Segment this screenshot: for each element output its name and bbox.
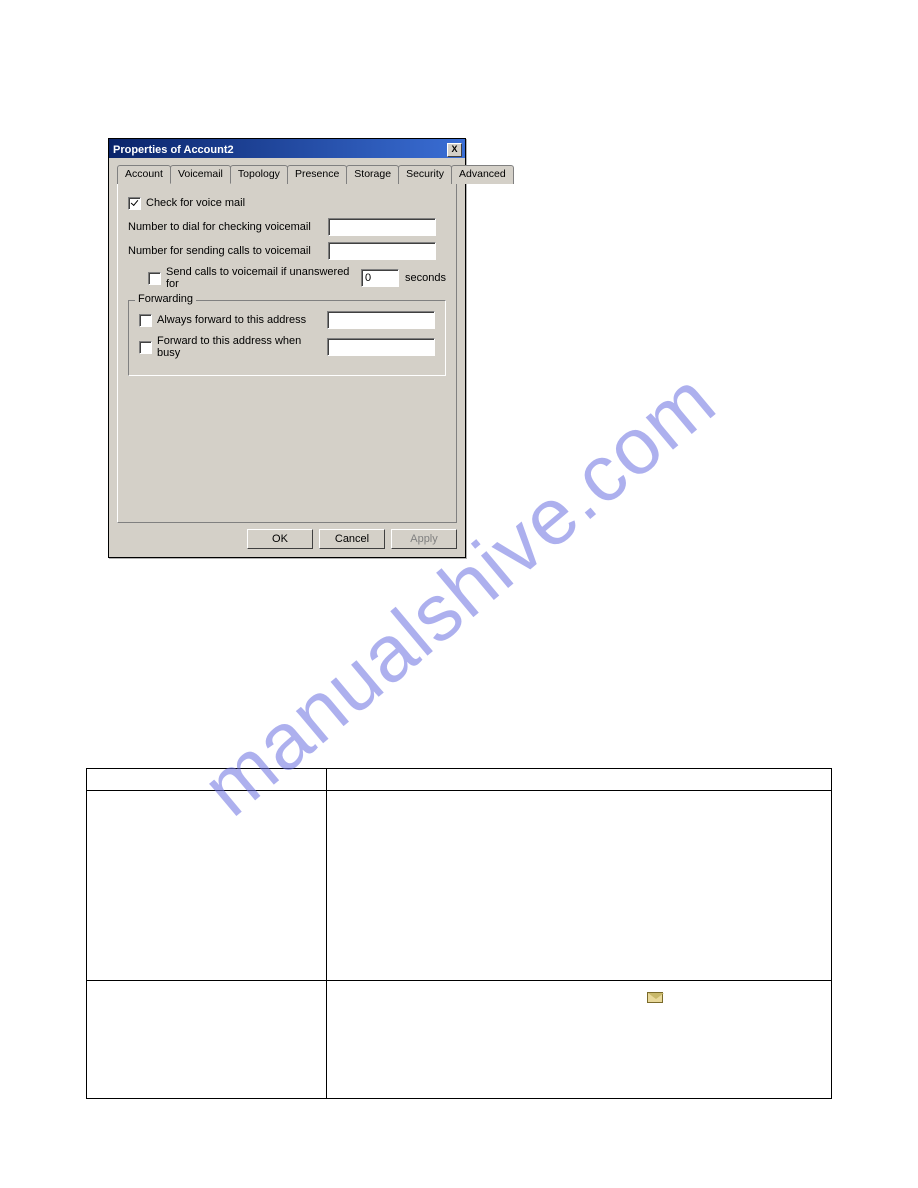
tab-account[interactable]: Account	[117, 165, 171, 184]
number-send-label: Number for sending calls to voicemail	[128, 245, 328, 257]
always-forward-row: Always forward to this address	[139, 311, 435, 329]
table-header-row	[87, 769, 832, 791]
table-cell-r2c1	[87, 981, 327, 1099]
info-table	[86, 768, 832, 1099]
dialog-body: Account Voicemail Topology Presence Stor…	[109, 158, 465, 557]
table-header-1	[87, 769, 327, 791]
tab-advanced[interactable]: Advanced	[451, 165, 514, 184]
tab-voicemail[interactable]: Voicemail	[170, 165, 231, 184]
apply-button[interactable]: Apply	[391, 529, 457, 549]
send-unanswered-label: Send calls to voicemail if unanswered fo…	[166, 266, 355, 290]
send-unanswered-row: Send calls to voicemail if unanswered fo…	[148, 266, 446, 290]
table-header-2	[327, 769, 832, 791]
send-unanswered-checkbox[interactable]	[148, 272, 161, 285]
close-button[interactable]: X	[447, 143, 462, 157]
number-dial-label: Number to dial for checking voicemail	[128, 221, 328, 233]
table-row	[87, 981, 832, 1099]
always-forward-input[interactable]	[327, 311, 435, 329]
forwarding-fieldset: Forwarding Always forward to this addres…	[128, 300, 446, 376]
busy-forward-checkbox[interactable]	[139, 341, 152, 354]
tab-strip: Account Voicemail Topology Presence Stor…	[117, 165, 457, 184]
number-dial-row: Number to dial for checking voicemail	[128, 218, 446, 236]
seconds-label: seconds	[405, 272, 446, 284]
titlebar: Properties of Account2 X	[109, 139, 465, 158]
table-cell-r1c1	[87, 791, 327, 981]
number-send-input[interactable]	[328, 242, 436, 260]
always-forward-label: Always forward to this address	[157, 314, 327, 326]
tab-panel-voicemail: Check for voice mail Number to dial for …	[117, 183, 457, 523]
properties-dialog: Properties of Account2 X Account Voicema…	[108, 138, 466, 558]
check-voicemail-checkbox[interactable]	[128, 197, 141, 210]
cancel-button[interactable]: Cancel	[319, 529, 385, 549]
send-unanswered-input[interactable]	[361, 269, 399, 287]
dialog-buttons: OK Cancel Apply	[117, 523, 457, 549]
envelope-icon	[647, 992, 663, 1003]
dialog-title: Properties of Account2	[113, 144, 234, 156]
busy-forward-input[interactable]	[327, 338, 435, 356]
check-voicemail-row: Check for voice mail	[128, 194, 446, 212]
tab-security[interactable]: Security	[398, 165, 452, 184]
table-cell-r1c2	[327, 791, 832, 981]
always-forward-checkbox[interactable]	[139, 314, 152, 327]
tab-storage[interactable]: Storage	[346, 165, 399, 184]
busy-forward-label: Forward to this address when busy	[157, 335, 327, 359]
tab-presence[interactable]: Presence	[287, 165, 347, 184]
table-cell-r2c2	[327, 981, 832, 1099]
ok-button[interactable]: OK	[247, 529, 313, 549]
number-dial-input[interactable]	[328, 218, 436, 236]
check-voicemail-label: Check for voice mail	[146, 197, 245, 209]
table-row	[87, 791, 832, 981]
number-send-row: Number for sending calls to voicemail	[128, 242, 446, 260]
forwarding-legend: Forwarding	[135, 293, 196, 305]
tab-topology[interactable]: Topology	[230, 165, 288, 184]
busy-forward-row: Forward to this address when busy	[139, 335, 435, 359]
